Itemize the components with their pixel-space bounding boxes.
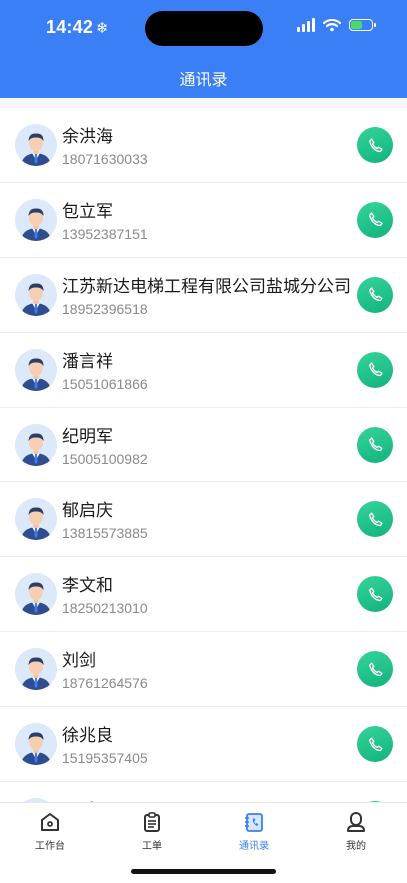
home-indicator <box>131 869 276 874</box>
contact-name: 刘剑 <box>62 651 96 671</box>
app-header: 14:42 ❄ 通讯录 <box>0 0 407 98</box>
contact-phone: 15195357405 <box>62 750 148 767</box>
phone-icon <box>367 736 384 753</box>
phone-icon <box>367 137 384 154</box>
contact-name: 纪明军 <box>62 426 113 446</box>
avatar <box>15 723 57 766</box>
tab-profile[interactable]: 我的 <box>316 811 396 852</box>
contact-row[interactable]: 王兵 <box>0 782 407 802</box>
call-button[interactable] <box>357 501 393 538</box>
call-button[interactable] <box>357 201 393 238</box>
call-button[interactable] <box>357 276 393 313</box>
contact-name: 包立军 <box>62 201 113 221</box>
avatar <box>15 648 57 691</box>
tab-workbench[interactable]: 工作台 <box>10 811 90 852</box>
contact-row[interactable]: 刘剑 18761264576 <box>0 632 407 708</box>
status-time: 14:42 ❄ <box>46 17 109 37</box>
call-button[interactable] <box>357 127 393 163</box>
contact-phone: 18952396518 <box>62 300 148 317</box>
phone-icon <box>367 586 384 603</box>
avatar <box>15 498 57 541</box>
phone-icon <box>367 436 384 453</box>
contact-row[interactable]: 纪明军 15005100982 <box>0 408 407 483</box>
signal-icon <box>297 18 315 32</box>
avatar <box>15 124 57 166</box>
avatar <box>15 348 57 391</box>
home-icon <box>41 813 59 831</box>
call-button[interactable] <box>357 651 393 688</box>
contact-name: 李文和 <box>62 576 113 596</box>
tab-label: 我的 <box>346 841 366 852</box>
snowflake-icon: ❄ <box>96 20 109 37</box>
profile-icon <box>347 812 365 832</box>
contact-row[interactable]: 潘言祥 15051061866 <box>0 333 407 408</box>
battery-icon <box>349 19 376 31</box>
contacts-icon <box>245 813 263 832</box>
contact-phone: 13952387151 <box>62 225 148 242</box>
call-button[interactable] <box>357 351 393 388</box>
contact-phone: 18071630033 <box>62 151 148 167</box>
page-title: 通讯录 <box>179 72 228 89</box>
contact-list[interactable]: 余洪海 18071630033 包立军 13952387151 江苏新达电梯工程… <box>0 108 407 802</box>
contact-name: 潘言祥 <box>62 351 113 371</box>
contact-row[interactable]: 包立军 13952387151 <box>0 183 407 258</box>
contact-row[interactable]: 余洪海 18071630033 <box>0 108 407 183</box>
status-icons <box>297 18 376 32</box>
clipboard-icon <box>144 812 160 832</box>
call-button[interactable] <box>357 426 393 463</box>
wifi-icon <box>323 18 341 32</box>
avatar <box>15 273 57 316</box>
contact-row[interactable]: 郁启庆 13815573885 <box>0 482 407 558</box>
contact-phone: 15051061866 <box>62 375 148 392</box>
contact-phone: 18250213010 <box>62 600 148 617</box>
call-button[interactable] <box>357 576 393 613</box>
avatar <box>15 198 57 241</box>
contact-row[interactable]: 徐兆良 15195357405 <box>0 707 407 783</box>
call-button[interactable] <box>357 726 393 763</box>
phone-icon <box>367 211 384 228</box>
tab-orders[interactable]: 工单 <box>112 811 192 852</box>
contact-name: 江苏新达电梯工程有限公司盐城分公司 <box>62 276 351 296</box>
avatar <box>15 573 57 616</box>
contact-name: 徐兆良 <box>62 726 113 746</box>
contact-row[interactable]: 李文和 18250213010 <box>0 557 407 633</box>
contact-phone: 18761264576 <box>62 675 148 692</box>
phone-icon <box>367 661 384 678</box>
contact-name: 余洪海 <box>62 127 113 146</box>
tab-label: 工单 <box>142 841 162 852</box>
phone-icon <box>367 361 384 378</box>
contact-name: 郁启庆 <box>62 501 113 521</box>
contact-phone: 13815573885 <box>62 525 148 542</box>
avatar <box>15 423 57 466</box>
dynamic-island <box>145 11 263 46</box>
tab-label: 通讯录 <box>239 841 269 852</box>
tab-label: 工作台 <box>35 841 65 852</box>
contact-row[interactable]: 江苏新达电梯工程有限公司盐城分公司 18952396518 <box>0 258 407 333</box>
phone-icon <box>367 286 384 303</box>
contact-phone: 15005100982 <box>62 450 148 467</box>
tab-contacts[interactable]: 通讯录 <box>214 811 294 852</box>
phone-icon <box>367 511 384 528</box>
